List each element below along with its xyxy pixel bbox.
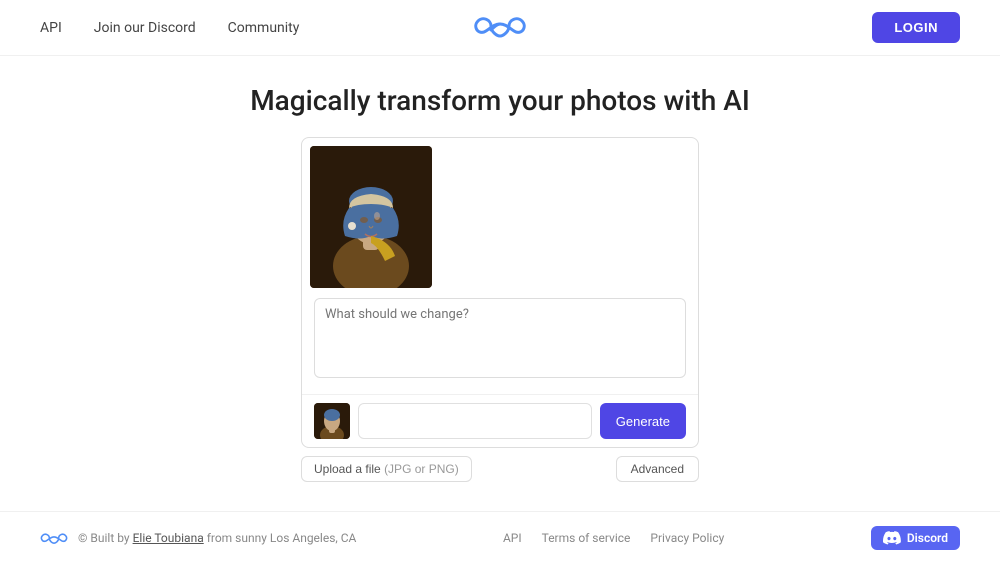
upload-label: Upload a file bbox=[314, 462, 381, 476]
nav-community[interactable]: Community bbox=[228, 20, 300, 36]
nav-api[interactable]: API bbox=[40, 20, 62, 36]
tools-row: Upload a file (JPG or PNG) Advanced bbox=[301, 456, 699, 482]
transform-card: Generate bbox=[301, 137, 699, 448]
card-image-area bbox=[302, 138, 698, 298]
hero-title: Magically transform your photos with AI bbox=[250, 84, 750, 117]
footer-privacy-link[interactable]: Privacy Policy bbox=[650, 531, 724, 545]
main-nav: API Join our Discord Community bbox=[40, 20, 299, 36]
login-button[interactable]: LOGIN bbox=[872, 12, 960, 43]
footer-api-link[interactable]: API bbox=[503, 531, 522, 545]
header: API Join our Discord Community LOGIN bbox=[0, 0, 1000, 56]
discord-label: Discord bbox=[907, 531, 948, 545]
footer-copy: © Built by Elie Toubiana from sunny Los … bbox=[78, 531, 356, 545]
advanced-button[interactable]: Advanced bbox=[616, 456, 699, 482]
footer-author-link[interactable]: Elie Toubiana bbox=[133, 531, 204, 545]
upload-hint: (JPG or PNG) bbox=[384, 462, 459, 476]
footer-tos-link[interactable]: Terms of service bbox=[542, 531, 631, 545]
bottom-bar: Generate bbox=[302, 394, 698, 447]
prompt-text-input[interactable] bbox=[358, 403, 592, 439]
generate-button[interactable]: Generate bbox=[600, 403, 686, 439]
footer: © Built by Elie Toubiana from sunny Los … bbox=[0, 511, 1000, 563]
logo[interactable] bbox=[473, 10, 527, 46]
footer-center: API Terms of service Privacy Policy bbox=[503, 531, 724, 545]
upload-button[interactable]: Upload a file (JPG or PNG) bbox=[301, 456, 472, 482]
discord-badge[interactable]: Discord bbox=[871, 526, 960, 550]
prompt-textarea[interactable] bbox=[314, 298, 686, 378]
thumbnail-preview bbox=[314, 403, 350, 439]
nav-discord[interactable]: Join our Discord bbox=[94, 20, 196, 36]
footer-left: © Built by Elie Toubiana from sunny Los … bbox=[40, 529, 356, 547]
footer-right: Discord bbox=[871, 526, 960, 550]
main-content: Magically transform your photos with AI bbox=[0, 56, 1000, 511]
footer-logo bbox=[40, 529, 68, 547]
prompt-area bbox=[302, 298, 698, 394]
discord-icon bbox=[883, 531, 901, 545]
main-painting bbox=[310, 146, 432, 288]
